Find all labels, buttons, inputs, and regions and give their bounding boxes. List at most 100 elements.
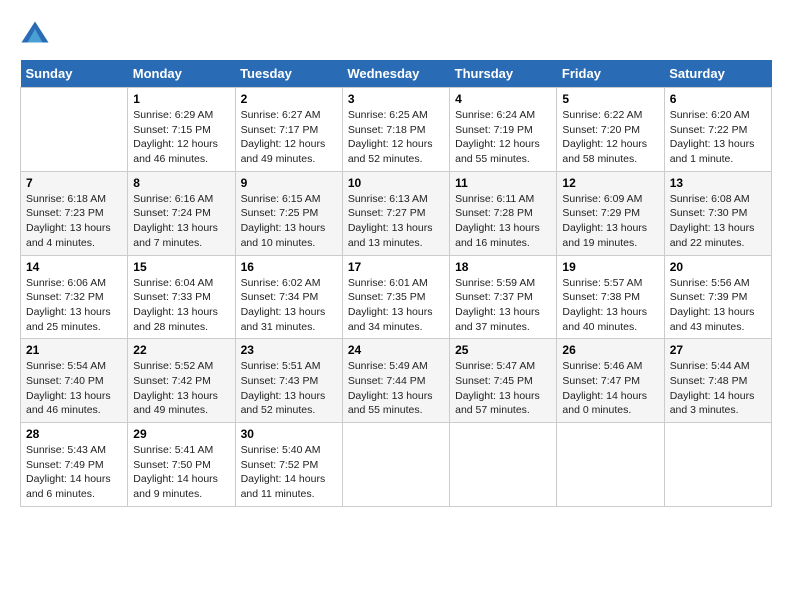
day-info: Sunrise: 6:09 AMSunset: 7:29 PMDaylight:… [562, 192, 658, 251]
weekday-header: Friday [557, 60, 664, 88]
calendar-cell: 17Sunrise: 6:01 AMSunset: 7:35 PMDayligh… [342, 255, 449, 339]
calendar-cell: 7 Sunrise: 6:18 AMSunset: 7:23 PMDaylight… [21, 171, 128, 255]
calendar-cell: 12 Sunrise: 6:09 AMSunset: 7:29 PMDayligh… [557, 171, 664, 255]
calendar-cell: 19 Sunrise: 5:57 AMSunset: 7:38 PMDayligh… [557, 255, 664, 339]
day-number: 14 [26, 260, 122, 274]
day-info: Sunrise: 6:22 AMSunset: 7:20 PMDaylight:… [562, 108, 658, 167]
day-number: 11 [455, 176, 551, 190]
day-info: Sunrise: 5:57 AMSunset: 7:38 PMDaylight:… [562, 276, 658, 335]
calendar-cell: 22 Sunrise: 5:52 AMSunset: 7:42 PMDayligh… [128, 339, 235, 423]
day-info: Sunrise: 5:44 AMSunset: 7:48 PMDaylight:… [670, 359, 766, 418]
weekday-header: Saturday [664, 60, 771, 88]
day-number: 2 [241, 92, 337, 106]
calendar-week-row: 1Sunrise: 6:29 AMSunset: 7:15 PMDaylight… [21, 88, 772, 172]
day-info: Sunrise: 6:13 AMSunset: 7:27 PMDaylight:… [348, 192, 444, 251]
day-number: 25 [455, 343, 551, 357]
day-info: Sunrise: 6:27 AMSunset: 7:17 PMDaylight:… [241, 108, 337, 167]
day-number: 30 [241, 427, 337, 441]
day-info: Sunrise: 5:52 AMSunset: 7:42 PMDaylight:… [133, 359, 229, 418]
calendar-week-row: 14 Sunrise: 6:06 AMSunset: 7:32 PMDayligh… [21, 255, 772, 339]
day-number: 8 [133, 176, 229, 190]
calendar-cell: 29Sunrise: 5:41 AMSunset: 7:50 PMDayligh… [128, 423, 235, 507]
day-info: Sunrise: 5:46 AMSunset: 7:47 PMDaylight:… [562, 359, 658, 418]
day-info: Sunrise: 5:43 AMSunset: 7:49 PMDaylight:… [26, 443, 122, 502]
calendar-cell: 1Sunrise: 6:29 AMSunset: 7:15 PMDaylight… [128, 88, 235, 172]
calendar-cell [21, 88, 128, 172]
weekday-header: Wednesday [342, 60, 449, 88]
calendar-cell: 20 Sunrise: 5:56 AMSunset: 7:39 PMDayligh… [664, 255, 771, 339]
day-info: Sunrise: 6:08 AMSunset: 7:30 PMDaylight:… [670, 192, 766, 251]
calendar-cell: 13 Sunrise: 6:08 AMSunset: 7:30 PMDayligh… [664, 171, 771, 255]
day-number: 5 [562, 92, 658, 106]
calendar-cell: 28 Sunrise: 5:43 AMSunset: 7:49 PMDayligh… [21, 423, 128, 507]
calendar-cell: 14 Sunrise: 6:06 AMSunset: 7:32 PMDayligh… [21, 255, 128, 339]
day-number: 3 [348, 92, 444, 106]
day-info: Sunrise: 6:11 AMSunset: 7:28 PMDaylight:… [455, 192, 551, 251]
day-number: 9 [241, 176, 337, 190]
calendar-cell: 27 Sunrise: 5:44 AMSunset: 7:48 PMDayligh… [664, 339, 771, 423]
calendar-cell [557, 423, 664, 507]
calendar-cell: 6 Sunrise: 6:20 AMSunset: 7:22 PMDaylight… [664, 88, 771, 172]
calendar-cell: 5 Sunrise: 6:22 AMSunset: 7:20 PMDaylight… [557, 88, 664, 172]
logo [20, 20, 54, 50]
calendar-cell: 8 Sunrise: 6:16 AMSunset: 7:24 PMDaylight… [128, 171, 235, 255]
logo-icon [20, 20, 50, 50]
weekday-header: Tuesday [235, 60, 342, 88]
calendar-cell: 11 Sunrise: 6:11 AMSunset: 7:28 PMDayligh… [450, 171, 557, 255]
day-info: Sunrise: 6:24 AMSunset: 7:19 PMDaylight:… [455, 108, 551, 167]
weekday-header-row: SundayMondayTuesdayWednesdayThursdayFrid… [21, 60, 772, 88]
day-number: 26 [562, 343, 658, 357]
calendar-cell: 3Sunrise: 6:25 AMSunset: 7:18 PMDaylight… [342, 88, 449, 172]
day-number: 27 [670, 343, 766, 357]
day-number: 19 [562, 260, 658, 274]
calendar-cell: 15Sunrise: 6:04 AMSunset: 7:33 PMDayligh… [128, 255, 235, 339]
day-number: 10 [348, 176, 444, 190]
day-info: Sunrise: 5:40 AMSunset: 7:52 PMDaylight:… [241, 443, 337, 502]
day-number: 6 [670, 92, 766, 106]
day-number: 23 [241, 343, 337, 357]
calendar-cell: 9 Sunrise: 6:15 AMSunset: 7:25 PMDaylight… [235, 171, 342, 255]
calendar-week-row: 28 Sunrise: 5:43 AMSunset: 7:49 PMDayligh… [21, 423, 772, 507]
day-info: Sunrise: 6:02 AMSunset: 7:34 PMDaylight:… [241, 276, 337, 335]
calendar-week-row: 21Sunrise: 5:54 AMSunset: 7:40 PMDayligh… [21, 339, 772, 423]
day-info: Sunrise: 6:01 AMSunset: 7:35 PMDaylight:… [348, 276, 444, 335]
day-number: 22 [133, 343, 229, 357]
day-info: Sunrise: 5:56 AMSunset: 7:39 PMDaylight:… [670, 276, 766, 335]
day-number: 7 [26, 176, 122, 190]
calendar-cell: 30 Sunrise: 5:40 AMSunset: 7:52 PMDayligh… [235, 423, 342, 507]
day-info: Sunrise: 5:49 AMSunset: 7:44 PMDaylight:… [348, 359, 444, 418]
day-number: 12 [562, 176, 658, 190]
day-number: 20 [670, 260, 766, 274]
day-number: 1 [133, 92, 229, 106]
day-info: Sunrise: 6:06 AMSunset: 7:32 PMDaylight:… [26, 276, 122, 335]
day-info: Sunrise: 6:18 AMSunset: 7:23 PMDaylight:… [26, 192, 122, 251]
day-number: 28 [26, 427, 122, 441]
calendar-cell: 24 Sunrise: 5:49 AMSunset: 7:44 PMDayligh… [342, 339, 449, 423]
day-number: 15 [133, 260, 229, 274]
day-info: Sunrise: 5:51 AMSunset: 7:43 PMDaylight:… [241, 359, 337, 418]
calendar-cell: 10 Sunrise: 6:13 AMSunset: 7:27 PMDayligh… [342, 171, 449, 255]
calendar-cell: 2 Sunrise: 6:27 AMSunset: 7:17 PMDaylight… [235, 88, 342, 172]
day-info: Sunrise: 6:16 AMSunset: 7:24 PMDaylight:… [133, 192, 229, 251]
calendar-cell [450, 423, 557, 507]
day-info: Sunrise: 5:59 AMSunset: 7:37 PMDaylight:… [455, 276, 551, 335]
day-number: 18 [455, 260, 551, 274]
calendar-cell [342, 423, 449, 507]
calendar-cell [664, 423, 771, 507]
day-info: Sunrise: 6:20 AMSunset: 7:22 PMDaylight:… [670, 108, 766, 167]
day-info: Sunrise: 6:15 AMSunset: 7:25 PMDaylight:… [241, 192, 337, 251]
weekday-header: Sunday [21, 60, 128, 88]
day-number: 29 [133, 427, 229, 441]
calendar-cell: 26 Sunrise: 5:46 AMSunset: 7:47 PMDayligh… [557, 339, 664, 423]
day-number: 16 [241, 260, 337, 274]
day-number: 4 [455, 92, 551, 106]
day-number: 13 [670, 176, 766, 190]
day-info: Sunrise: 5:54 AMSunset: 7:40 PMDaylight:… [26, 359, 122, 418]
calendar-cell: 18 Sunrise: 5:59 AMSunset: 7:37 PMDayligh… [450, 255, 557, 339]
calendar-table: SundayMondayTuesdayWednesdayThursdayFrid… [20, 60, 772, 507]
weekday-header: Monday [128, 60, 235, 88]
day-number: 24 [348, 343, 444, 357]
page-header [20, 20, 772, 50]
weekday-header: Thursday [450, 60, 557, 88]
day-info: Sunrise: 5:47 AMSunset: 7:45 PMDaylight:… [455, 359, 551, 418]
